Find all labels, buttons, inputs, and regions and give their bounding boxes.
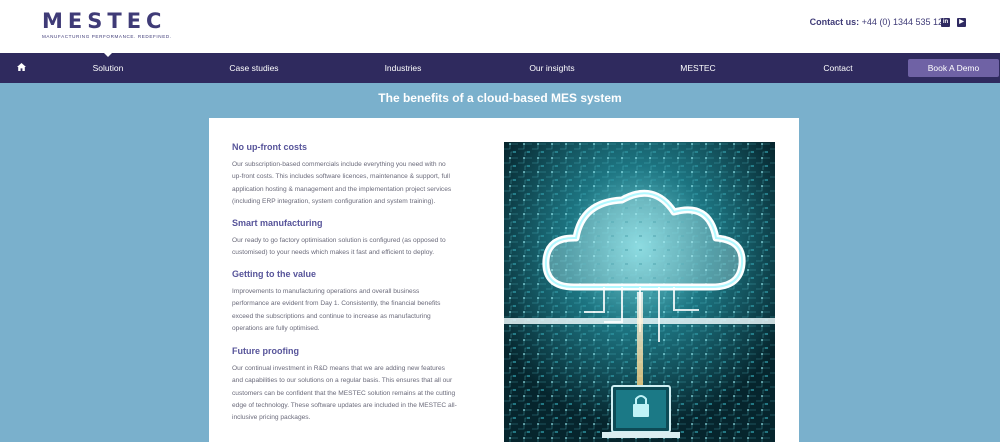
nav-industries[interactable]: Industries bbox=[373, 53, 433, 83]
contact-label: Contact us: bbox=[809, 17, 860, 27]
benefit-block: Smart manufacturing Our ready to go fact… bbox=[232, 218, 482, 260]
text-line: up-front costs. This includes software l… bbox=[232, 173, 450, 181]
text-line: customers can be confident that the MEST… bbox=[232, 389, 456, 397]
benefit-paragraph: Improvements to manufacturing operations… bbox=[232, 286, 482, 335]
benefit-paragraph: Our continual investment in R&D means th… bbox=[232, 363, 482, 424]
nav-case-studies[interactable]: Case studies bbox=[219, 53, 289, 83]
page-title: The benefits of a cloud-based MES system bbox=[378, 91, 622, 105]
text-line: customised) to your needs which makes it… bbox=[232, 249, 435, 257]
benefit-paragraph: Our subscription-based commercials inclu… bbox=[232, 159, 482, 208]
active-nav-caret bbox=[104, 53, 112, 57]
text-line: exceed the subscriptions and continue to… bbox=[232, 312, 431, 320]
book-demo-button[interactable]: Book A Demo bbox=[908, 59, 999, 77]
benefit-block: Getting to the value Improvements to man… bbox=[232, 269, 482, 335]
text-line: Our subscription-based commercials inclu… bbox=[232, 161, 446, 168]
content-card: No up-front costs Our subscription-based… bbox=[209, 118, 799, 442]
nav-home[interactable] bbox=[14, 53, 30, 83]
text-line: Our continual investment in R&D means th… bbox=[232, 365, 445, 372]
benefit-heading: No up-front costs bbox=[232, 142, 307, 152]
linkedin-icon[interactable]: in bbox=[941, 18, 950, 27]
site-header: MESTEC MANUFACTURING PERFORMANCE. REDEFI… bbox=[0, 0, 1000, 53]
benefit-block: Future proofing Our continual investment… bbox=[232, 346, 482, 424]
cloud-circuit-image bbox=[504, 142, 775, 442]
nav-solution[interactable]: Solution bbox=[78, 53, 138, 83]
logo-tagline: MANUFACTURING PERFORMANCE. REDEFINED. bbox=[42, 34, 172, 39]
logo-wordmark: MESTEC bbox=[42, 9, 167, 33]
text-line: Our ready to go factory optimisation sol… bbox=[232, 237, 446, 244]
text-line: application hosting & management and the… bbox=[232, 185, 452, 193]
text-line: performance are evident from Day 1. Cons… bbox=[232, 300, 441, 308]
nav-contact[interactable]: Contact bbox=[811, 53, 865, 83]
contact-info: Contact us: +44 (0) 1344 535 120 bbox=[810, 17, 948, 27]
youtube-icon[interactable]: ▶ bbox=[957, 18, 966, 27]
benefit-block: No up-front costs Our subscription-based… bbox=[232, 142, 482, 208]
text-line: Improvements to manufacturing operations… bbox=[232, 288, 420, 295]
benefit-heading: Future proofing bbox=[232, 346, 299, 356]
text-line: edge of technology. These software updat… bbox=[232, 401, 457, 409]
benefit-heading: Smart manufacturing bbox=[232, 218, 323, 228]
text-line: (including ERP integration, system confi… bbox=[232, 197, 436, 205]
benefit-paragraph: Our ready to go factory optimisation sol… bbox=[232, 235, 482, 260]
benefit-heading: Getting to the value bbox=[232, 269, 317, 279]
home-icon bbox=[17, 63, 26, 71]
contact-phone[interactable]: +44 (0) 1344 535 120 bbox=[862, 17, 948, 27]
main-nav: Solution Case studies Industries Our ins… bbox=[0, 53, 1000, 83]
text-line: and capabilities to our solutions on a r… bbox=[232, 377, 453, 385]
text-line: inclusive pricing packages. bbox=[232, 414, 311, 422]
mestec-logo[interactable]: MESTEC MANUFACTURING PERFORMANCE. REDEFI… bbox=[42, 9, 172, 40]
nav-our-insights[interactable]: Our insights bbox=[520, 53, 584, 83]
nav-mestec[interactable]: MESTEC bbox=[671, 53, 725, 83]
cloud-circuit-illustration bbox=[504, 142, 775, 442]
text-line: operations are fully optimised. bbox=[232, 324, 320, 332]
